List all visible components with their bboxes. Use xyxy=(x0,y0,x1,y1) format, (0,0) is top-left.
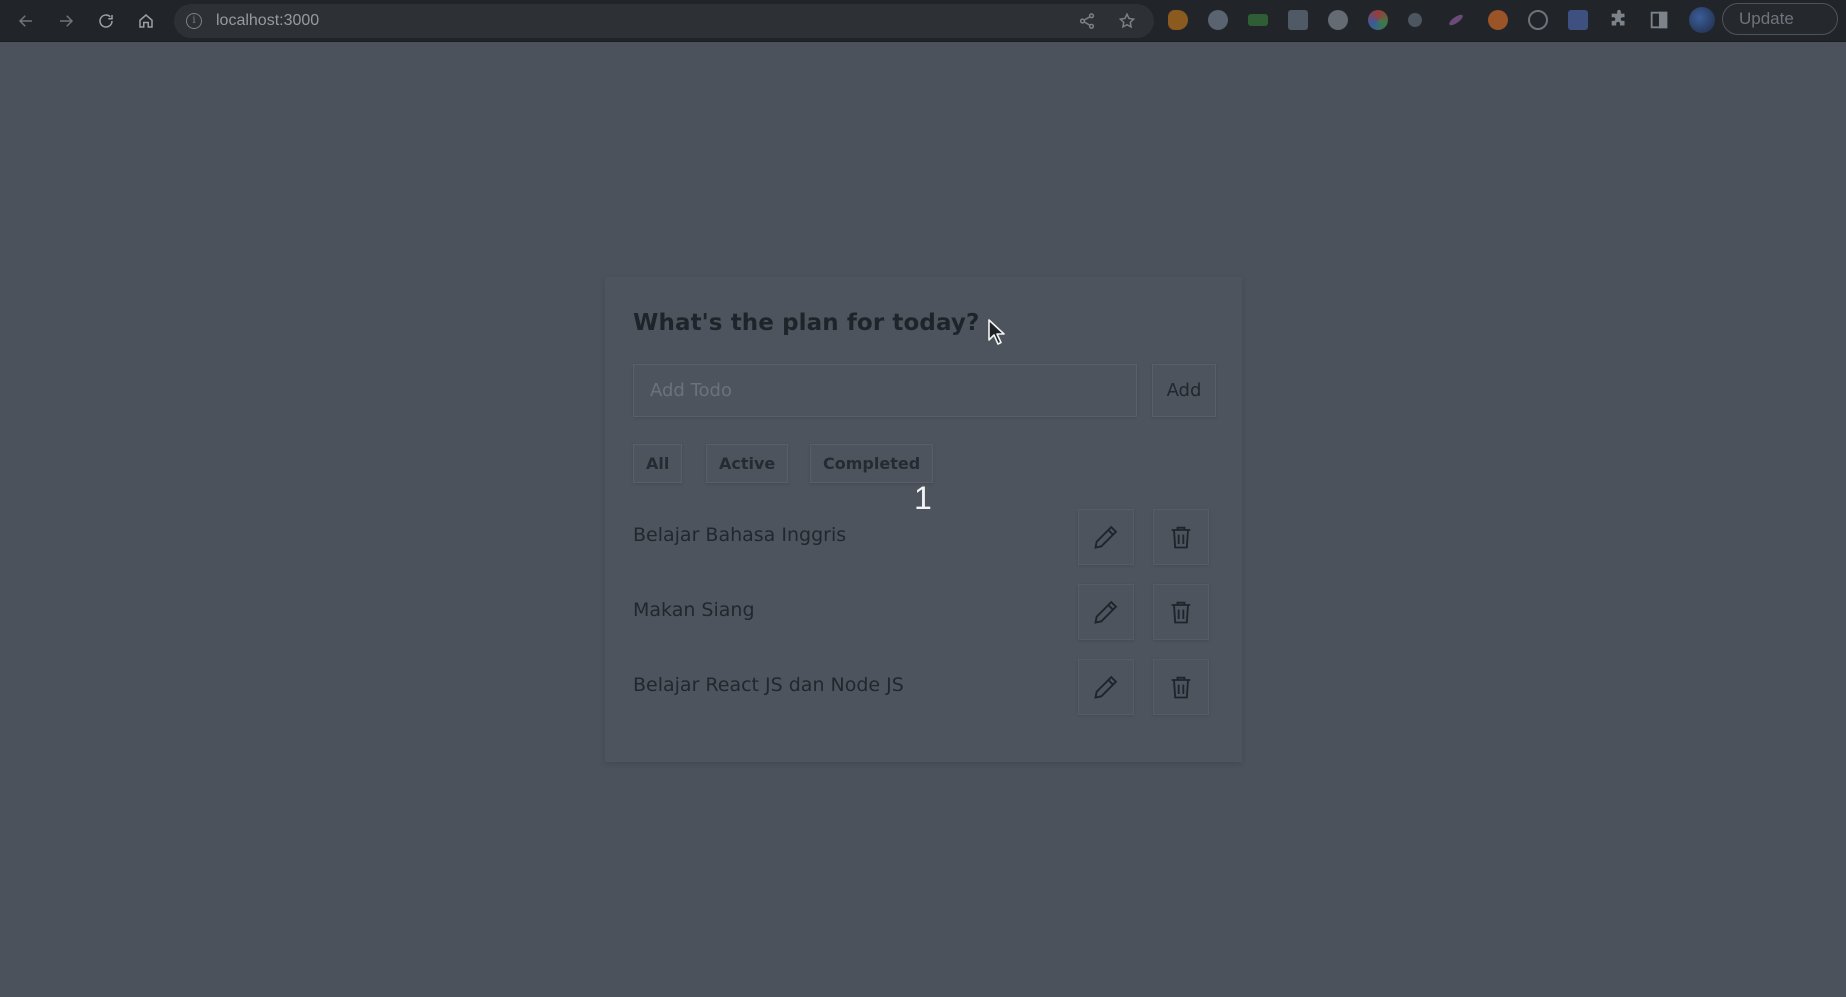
todo-card: What's the plan for today? Add All Activ… xyxy=(605,277,1242,762)
extension-2-icon[interactable] xyxy=(1208,10,1228,30)
todo-item: Makan Siang xyxy=(633,584,1213,640)
pen-extension-icon[interactable] xyxy=(1447,12,1465,28)
filter-completed-button[interactable]: Completed xyxy=(810,444,934,483)
site-info-icon[interactable]: i xyxy=(186,13,202,29)
code-extension-icon[interactable] xyxy=(1288,10,1308,30)
download-extension-icon[interactable] xyxy=(1408,13,1422,27)
color-picker-extension-icon[interactable] xyxy=(1368,10,1388,30)
extension-1-icon[interactable] xyxy=(1168,10,1188,30)
todo-item: Belajar React JS dan Node JS xyxy=(633,659,1213,715)
puzzle-icon[interactable] xyxy=(1608,9,1630,31)
add-todo-input[interactable] xyxy=(633,364,1137,417)
extension-3-icon[interactable] xyxy=(1248,14,1268,26)
todo-item: Belajar Bahasa Inggris xyxy=(633,509,1213,565)
delete-todo-button[interactable] xyxy=(1153,584,1209,640)
profile-avatar-icon[interactable] xyxy=(1689,7,1715,33)
update-button[interactable]: Update xyxy=(1722,3,1838,35)
trash-icon xyxy=(1171,676,1191,699)
todo-text: Belajar React JS dan Node JS xyxy=(633,674,904,696)
pencil-icon xyxy=(1094,600,1118,624)
bookmark-star-icon[interactable] xyxy=(1118,12,1136,30)
forward-icon[interactable] xyxy=(52,7,80,35)
delete-todo-button[interactable] xyxy=(1153,509,1209,565)
pencil-icon xyxy=(1094,675,1118,699)
delete-todo-button[interactable] xyxy=(1153,659,1209,715)
extension-5-icon[interactable] xyxy=(1328,10,1348,30)
filter-all-button[interactable]: All xyxy=(633,444,683,483)
side-panel-icon[interactable] xyxy=(1648,9,1670,31)
edit-todo-button[interactable] xyxy=(1078,509,1134,565)
pencil-icon xyxy=(1094,525,1118,549)
target-extension-icon[interactable] xyxy=(1528,10,1548,30)
trash-icon xyxy=(1171,526,1191,549)
edit-todo-button[interactable] xyxy=(1078,659,1134,715)
url-text: localhost:3000 xyxy=(216,12,320,29)
browser-toolbar: i localhost:3000 Update xyxy=(0,0,1846,42)
add-button[interactable]: Add xyxy=(1152,364,1216,417)
trash-icon xyxy=(1171,601,1191,624)
mouse-cursor-icon xyxy=(988,319,1005,345)
extension-9-icon[interactable] xyxy=(1488,10,1508,30)
back-icon[interactable] xyxy=(12,7,40,35)
page-title: What's the plan for today? xyxy=(633,310,980,336)
address-bar[interactable]: i localhost:3000 xyxy=(174,4,1154,38)
todo-text: Makan Siang xyxy=(633,599,755,621)
translate-extension-icon[interactable] xyxy=(1568,10,1588,30)
todo-text: Belajar Bahasa Inggris xyxy=(633,524,847,546)
edit-todo-button[interactable] xyxy=(1078,584,1134,640)
share-icon[interactable] xyxy=(1078,12,1096,30)
home-icon[interactable] xyxy=(132,7,160,35)
reload-icon[interactable] xyxy=(92,7,120,35)
filter-active-button[interactable]: Active xyxy=(706,444,789,483)
